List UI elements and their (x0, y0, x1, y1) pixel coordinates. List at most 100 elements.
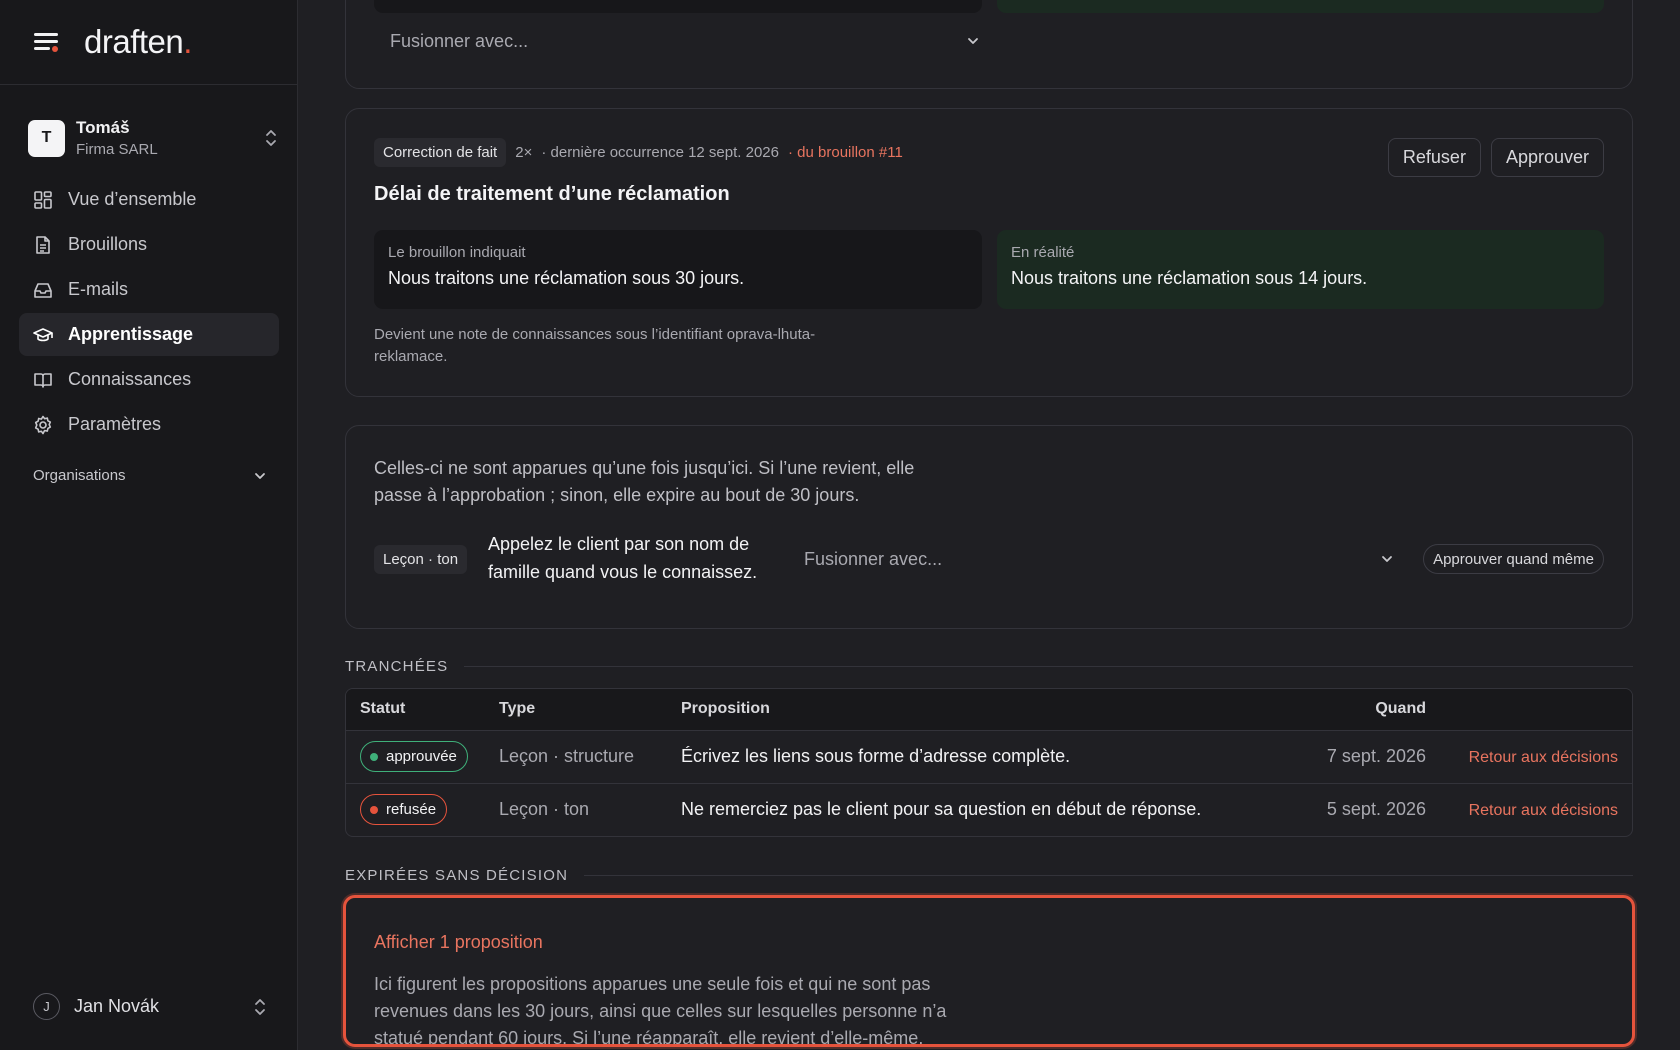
sidebar-item-label: Connaissances (68, 369, 192, 389)
organisations-toggle[interactable]: Organisations (33, 467, 267, 484)
sidebar-item-label: Brouillons (68, 234, 148, 254)
merge-select[interactable]: Fusionner avec... (804, 544, 1394, 574)
pending-text-line: Appelez le client par son nom de (488, 534, 750, 554)
status-badge: approuvée (360, 741, 468, 772)
sidebar-item-settings[interactable]: Paramètres (19, 403, 279, 446)
organisations-label: Organisations (33, 467, 126, 484)
after-box: En réalité Nous traitons une réclamation… (997, 230, 1604, 309)
proposal-meta-row: Correction de fait 2× · dernière occurre… (374, 138, 903, 167)
after-box-clipped (997, 0, 1604, 13)
decided-section-title: TRANCHÉES (345, 658, 449, 675)
sidebar-item-learning[interactable]: Apprentissage (19, 313, 279, 356)
pending-intro-line: Celles-ci ne sont apparues qu’une fois j… (374, 458, 915, 478)
pending-intro: Celles-ci ne sont apparues qu’une fois j… (374, 455, 914, 509)
merge-select[interactable]: Fusionner avec... (390, 26, 980, 56)
show-expired-link[interactable]: Afficher 1 proposition (374, 932, 543, 953)
approve-anyway-button[interactable]: Approuver quand même (1423, 544, 1604, 574)
status-badge-label: approuvée (386, 748, 457, 765)
source-draft-link[interactable]: · du brouillon #11 (788, 144, 903, 161)
expired-description-line: statué pendant 60 jours. Si l’une réappa… (374, 1028, 924, 1047)
graduation-cap-icon (33, 327, 53, 341)
column-when: Quand (1375, 700, 1426, 718)
sidebar-item-label: E-mails (68, 279, 129, 299)
chevron-down-icon (968, 38, 978, 44)
column-status: Statut (360, 700, 406, 718)
user-menu[interactable]: J Jan Novák (33, 993, 267, 1020)
decided-table: Statut Type Proposition Quand approuvée … (346, 689, 1632, 836)
knowledge-note-line: Devient une note de connaissances sous l… (374, 326, 816, 343)
row-type: Leçon · structure (499, 729, 681, 783)
sidebar-item-overview[interactable]: Vue d’ensemble (19, 178, 279, 221)
pending-proposals-card: Celles-ci ne sont apparues qu’une fois j… (345, 425, 1633, 629)
row-when: 7 sept. 2026 (1286, 729, 1426, 783)
table-row: refusée Leçon · ton Ne remerciez pas le … (346, 782, 1632, 836)
back-to-decisions-link[interactable]: Retour aux décisions (1469, 749, 1618, 766)
last-occurrence: · dernière occurrence 12 sept. 2026 (541, 144, 779, 161)
before-text: Nous traitons une réclamation sous 30 jo… (388, 268, 745, 288)
expired-description: Ici figurent les propositions apparues u… (374, 971, 947, 1047)
app-logo: draften. (84, 23, 192, 60)
status-dot-icon (370, 752, 378, 761)
pending-proposal-text: Appelez le client par son nom de famille… (488, 530, 757, 586)
expired-description-line: revenues dans les 30 jours, ainsi que ce… (374, 1001, 947, 1021)
after-text: Nous traitons une réclamation sous 14 jo… (1011, 268, 1368, 288)
occurrence-count: 2× (515, 144, 533, 161)
menu-toggle-icon[interactable] (32, 30, 60, 54)
before-label: Le brouillon indiquait (388, 244, 526, 261)
account-org: Firma SARL (76, 141, 158, 158)
proposal-card-correction: Correction de fait 2× · dernière occurre… (345, 108, 1633, 397)
column-proposal: Proposition (681, 700, 770, 718)
before-box: Le brouillon indiquait Nous traitons une… (374, 230, 982, 309)
user-name: Jan Novák (74, 996, 160, 1016)
before-box-clipped (374, 0, 982, 13)
sidebar-item-knowledge[interactable]: Connaissances (19, 358, 279, 401)
after-label: En réalité (1011, 244, 1075, 261)
table-header-row: Statut Type Proposition Quand (346, 689, 1632, 730)
pending-text-line: famille quand vous le connaissez. (488, 562, 758, 582)
reject-button[interactable]: Refuser (1387, 138, 1481, 177)
account-name: Tomáš (76, 118, 130, 137)
row-type: Leçon · ton (499, 782, 681, 836)
sidebar-item-label: Apprentissage (68, 324, 194, 344)
status-badge: refusée (360, 794, 448, 826)
merge-select-value: Fusionner avec... (390, 30, 529, 51)
chevron-down-icon (255, 472, 265, 479)
sidebar-item-drafts[interactable]: Brouillons (19, 223, 279, 266)
inbox-icon (34, 282, 52, 298)
row-proposal: Ne remerciez pas le client pour sa quest… (681, 782, 1286, 836)
knowledge-note: Devient une note de connaissances sous l… (374, 324, 815, 368)
brand-bar: draften. (0, 0, 297, 85)
expired-section-title: EXPIRÉES SANS DÉCISION (345, 867, 569, 884)
column-action (1426, 689, 1632, 730)
approve-button[interactable]: Approuver (1490, 138, 1604, 177)
sidebar-nav: Vue d’ensemble Brouillons E-mails Appren… (19, 178, 279, 448)
sidebar-item-label: Vue d’ensemble (68, 189, 197, 209)
merge-select-value: Fusionner avec... (804, 548, 943, 569)
sidebar-item-label: Paramètres (68, 414, 162, 434)
account-switcher[interactable]: T Tomáš Firma SARL (28, 115, 278, 161)
proposal-type-tag: Correction de fait (374, 138, 507, 167)
sidebar: draften. T Tomáš Firma SARL Vue d’ensemb… (0, 0, 298, 1050)
book-icon (34, 372, 52, 388)
table-row: approuvée Leçon · structure Écrivez les … (346, 729, 1632, 783)
expired-section-header: EXPIRÉES SANS DÉCISION (345, 867, 1633, 884)
back-to-decisions-link[interactable]: Retour aux décisions (1469, 802, 1618, 819)
status-badge-label: refusée (386, 801, 437, 819)
expired-proposals-card[interactable]: Afficher 1 proposition Ici figurent les … (343, 895, 1635, 1047)
chevron-updown-icon (255, 998, 265, 1015)
proposal-actions: Refuser Approuver (1387, 138, 1604, 177)
grid-icon (34, 190, 52, 209)
pending-type-tag: Leçon · ton (374, 545, 468, 574)
chevron-down-icon (1382, 556, 1392, 562)
expired-description-line: Ici figurent les propositions apparues u… (374, 974, 931, 994)
sidebar-item-emails[interactable]: E-mails (19, 268, 279, 311)
document-icon (36, 235, 50, 254)
knowledge-note-line: reklamace. (374, 348, 448, 365)
chevron-updown-icon (266, 130, 276, 146)
status-dot-icon (370, 805, 378, 814)
account-avatar: T (28, 119, 65, 157)
decided-table-card: Statut Type Proposition Quand approuvée … (345, 688, 1633, 837)
proposal-card-previous: Fusionner avec... (345, 0, 1633, 89)
gear-icon (34, 415, 52, 434)
row-proposal: Écrivez les liens sous forme d’adresse c… (681, 729, 1286, 783)
